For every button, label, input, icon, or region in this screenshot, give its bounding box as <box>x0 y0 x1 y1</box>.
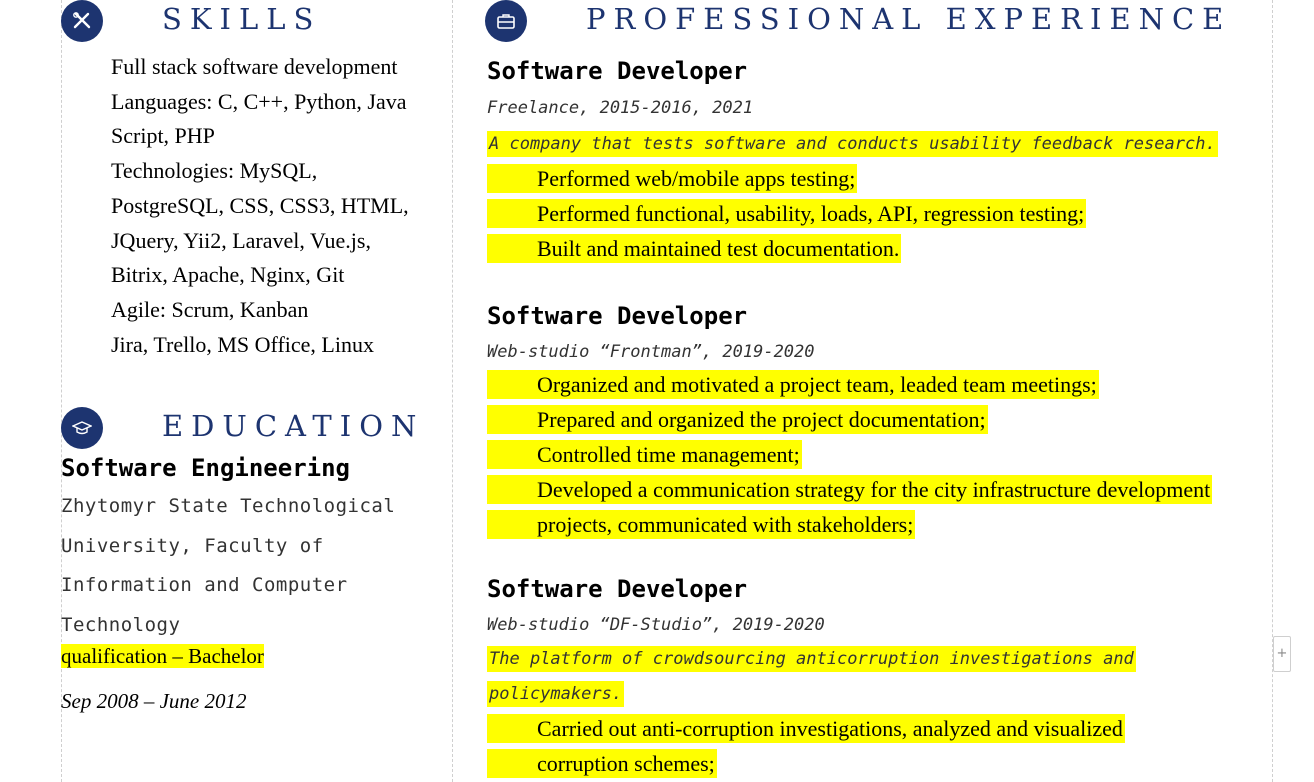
job-title: Software Developer <box>487 302 748 331</box>
skill-line: PostgreSQL, CSS, CSS3, HTML, <box>111 192 409 218</box>
job-entry: Software Developer Web-studio “Frontman”… <box>487 301 1277 542</box>
left-column: SKILLS Full stack software development L… <box>61 0 451 714</box>
bullet-item: Built and maintained test documentation. <box>487 233 902 263</box>
education-title: EDUCATION <box>162 409 425 444</box>
skill-line: Technologies: MySQL, <box>111 158 318 184</box>
job-title: Software Developer <box>487 575 748 604</box>
bullet-item: Prepared and organized the project docum… <box>487 405 988 435</box>
bullet-item: Performed functional, usability, loads, … <box>487 198 1087 228</box>
education-dates: Sep 2008 – June 2012 <box>61 689 247 714</box>
job-entry: Software Developer Web-studio “DF-Studio… <box>487 574 1277 782</box>
education-degree: Software Engineering <box>61 454 350 483</box>
bullet-item: projects, communicated with stakeholders… <box>487 509 916 539</box>
bullet-item: Organized and motivated a project team, … <box>487 370 1099 400</box>
education-institution: Zhytomyr State Technological University,… <box>61 495 396 636</box>
bullet-item: Controlled time management; <box>487 439 802 469</box>
skill-line: Agile: Scrum, Kanban <box>111 296 309 322</box>
column-divider <box>452 0 453 782</box>
briefcase-icon <box>485 0 527 42</box>
skills-header: SKILLS <box>61 0 451 44</box>
skill-line: Full stack software development <box>111 54 398 79</box>
job-company: Freelance, 2015-2016, 2021 <box>487 98 754 118</box>
job-description: The platform of crowdsourcing anticorrup… <box>487 646 1136 673</box>
education-header: EDUCATION <box>61 407 451 451</box>
right-column: PROFESSIONAL EXPERIENCE Software Develop… <box>485 0 1277 782</box>
skill-line: Script, PHP <box>111 123 215 149</box>
job-bullets: Carried out anti-corruption investigatio… <box>487 712 1277 782</box>
bullet-item: Carried out anti-corruption investigatio… <box>487 714 1125 744</box>
job-company: Web-studio “DF-Studio”, 2019-2020 <box>487 615 825 636</box>
job-description: policymakers. <box>487 681 625 708</box>
skill-line: JQuery, Yii2, Laravel, Vue.js, <box>111 227 371 253</box>
job-title: Software Developer <box>487 57 748 85</box>
bullet-item: corruption schemes; <box>487 749 717 779</box>
job-entry: Software Developer Freelance, 2015-2016,… <box>487 56 1277 266</box>
graduation-cap-icon <box>61 407 103 450</box>
expand-button[interactable]: + <box>1273 636 1291 672</box>
skills-list: Full stack software development Language… <box>111 50 451 362</box>
job-bullets: Performed web/mobile apps testing; Perfo… <box>487 162 1277 266</box>
skills-title: SKILLS <box>162 2 322 36</box>
bullet-item: Performed web/mobile apps testing; <box>487 164 858 193</box>
experience-header: PROFESSIONAL EXPERIENCE <box>485 0 1277 44</box>
job-description: A company that tests software and conduc… <box>487 131 1218 157</box>
job-bullets: Organized and motivated a project team, … <box>487 368 1277 542</box>
tools-icon <box>61 0 103 42</box>
experience-title: PROFESSIONAL EXPERIENCE <box>586 2 1232 36</box>
bullet-item: Developed a communication strategy for t… <box>487 474 1213 504</box>
education-qualification: qualification – Bachelor <box>61 644 264 669</box>
skill-line: Jira, Trello, MS Office, Linux <box>111 331 374 357</box>
job-company: Web-studio “Frontman”, 2019-2020 <box>487 342 815 363</box>
skill-line: Languages: C, C++, Python, Java <box>111 88 407 114</box>
skill-line: Bitrix, Apache, Nginx, Git <box>111 262 345 288</box>
